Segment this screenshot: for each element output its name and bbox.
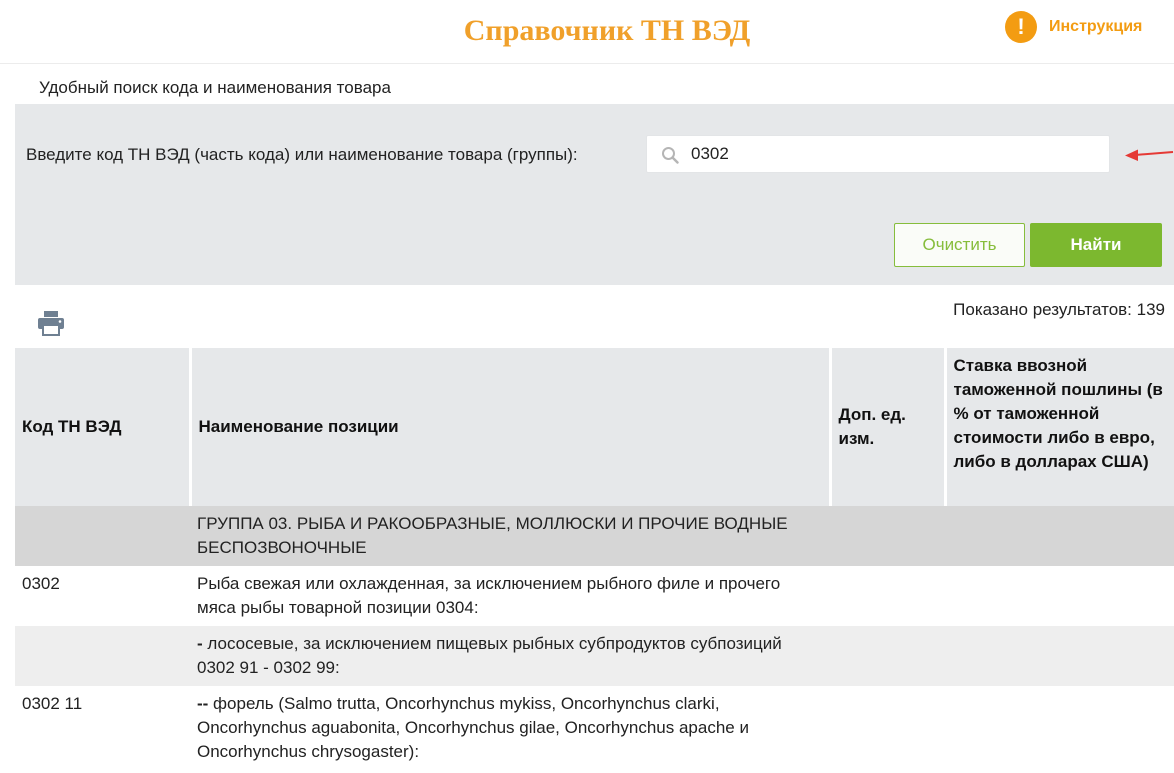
table-row[interactable]: 0302 Рыба свежая или охлажденная, за иск… [15,566,1174,626]
cell-unit [830,686,945,770]
cell-rate [945,566,1174,626]
cell-name-text: лососевые, за исключением пищевых рыбных… [197,634,782,677]
cell-unit [830,506,945,566]
header-name: Наименование позиции [190,348,832,506]
warning-icon: ! [1005,11,1037,43]
table-row[interactable]: ГРУППА 03. РЫБА И РАКООБРАЗНЫЕ, МОЛЛЮСКИ… [15,506,1174,566]
header-rate: Ставка ввозной таможенной пошлины (в % о… [945,348,1174,506]
header-unit: Доп. ед. изм. [830,348,947,506]
page-subtitle: Удобный поиск кода и наименования товара [39,78,391,97]
cell-unit [830,566,945,626]
search-panel: Введите код ТН ВЭД (часть кода) или наим… [15,104,1174,285]
results-count: Показано результатов: 139 [953,300,1165,319]
table-header-row: Код ТН ВЭД Наименование позиции Доп. ед.… [15,348,1174,506]
page-header: Справочник ТН ВЭД ! Инструкция [0,0,1174,64]
cell-code: 0302 11 [22,694,83,713]
instruction-label: Инструкция [1049,18,1143,35]
find-button[interactable]: Найти [1030,223,1162,267]
cell-name: - лососевые, за исключением пищевых рыбн… [190,626,830,686]
red-arrow-icon [1125,149,1174,161]
table-row[interactable]: - лососевые, за исключением пищевых рыбн… [15,626,1174,686]
search-input[interactable] [691,141,1091,167]
clear-button[interactable]: Очистить [894,223,1025,267]
level-dash: -- [197,694,209,713]
cell-rate [945,686,1174,770]
print-icon[interactable] [37,310,65,336]
cell-name-text: форель (Salmo trutta, Oncorhynchus mykis… [197,694,749,761]
cell-name: ГРУППА 03. РЫБА И РАКООБРАЗНЫЕ, МОЛЛЮСКИ… [190,506,830,566]
results-table: Код ТН ВЭД Наименование позиции Доп. ед.… [15,348,1174,770]
search-icon [662,147,679,164]
cell-unit [830,626,945,686]
cell-code [15,626,190,686]
cell-rate [945,506,1174,566]
search-box[interactable] [646,135,1110,173]
cell-code [15,506,190,566]
cell-name: -- форель (Salmo trutta, Oncorhynchus my… [190,686,830,770]
cell-rate [945,626,1174,686]
page-title: Справочник ТН ВЭД [463,14,751,47]
cell-name: Рыба свежая или охлажденная, за исключен… [197,574,781,617]
header-code: Код ТН ВЭД [15,348,192,506]
instruction-link[interactable]: ! Инструкция [1005,10,1142,44]
search-label: Введите код ТН ВЭД (часть кода) или наим… [26,145,578,164]
table-row[interactable]: 0302 11 -- форель (Salmo trutta, Oncorhy… [15,686,1174,770]
cell-code: 0302 [22,574,60,593]
